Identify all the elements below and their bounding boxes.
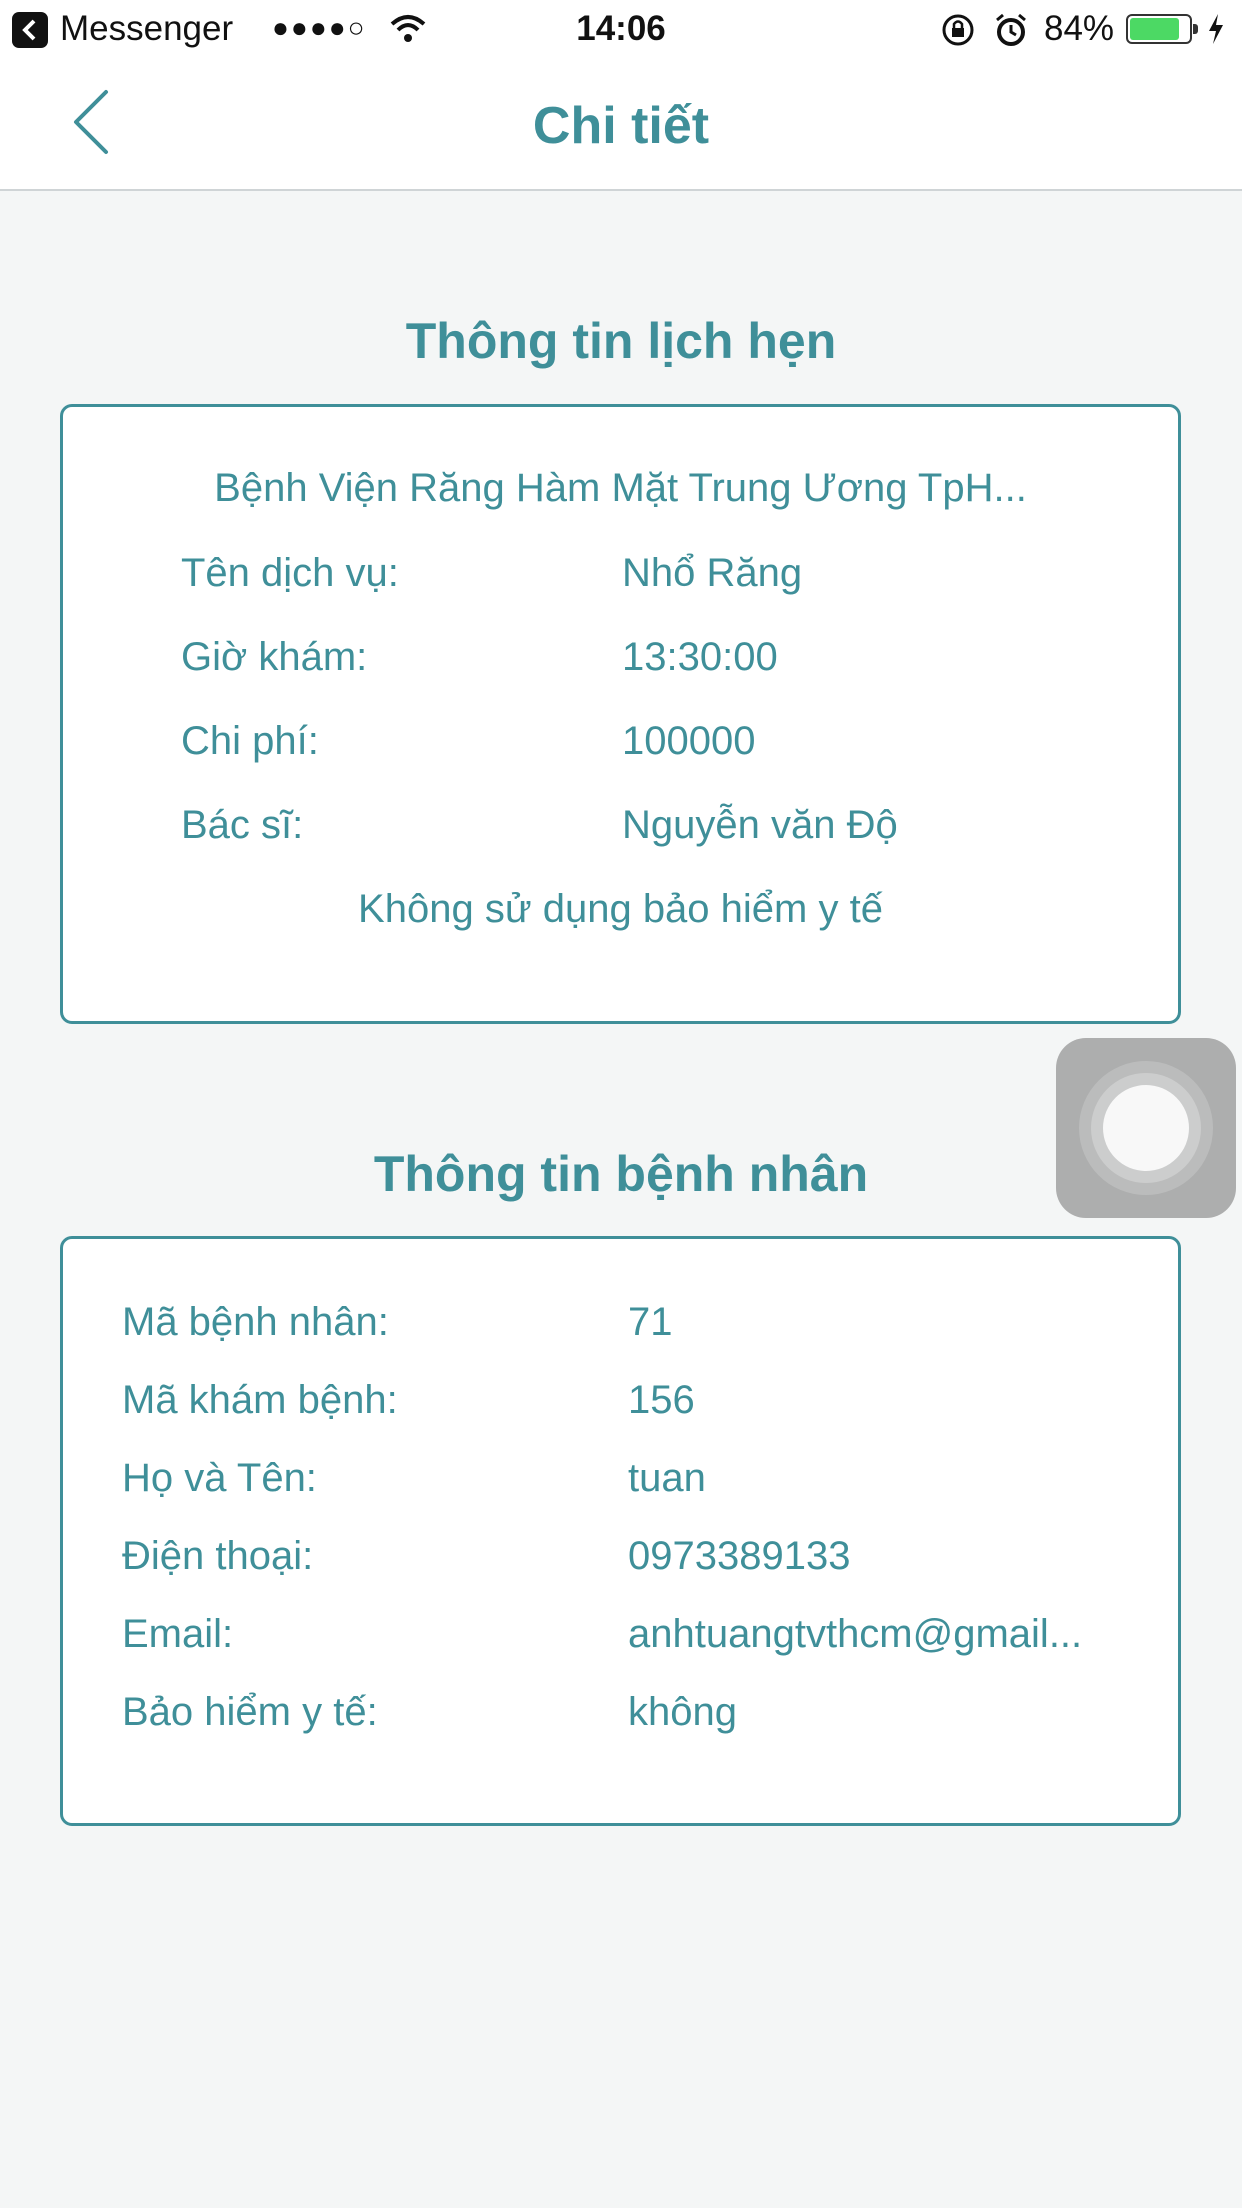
full-name-value: tuan [628,1456,706,1500]
doctor-label: Bác sĩ: [181,803,304,847]
insurance-note: Không sử dụng bảo hiểm y tế [358,887,883,931]
hospital-name: Bệnh Viện Răng Hàm Mặt Trung Ương TpH... [214,466,1027,510]
email-label: Email: [122,1612,234,1656]
status-bar: Messenger ●●●●○ 14:06 84% [0,0,1242,60]
appointment-section-title: Thông tin lịch hẹn [405,313,837,369]
cost-label: Chi phí: [181,719,319,763]
phone-value: 0973389133 [628,1534,851,1578]
time-label: Giờ khám: [181,635,368,679]
insurance-value: không [628,1690,737,1734]
cost-value: 100000 [622,719,756,763]
time-value: 13:30:00 [622,635,778,679]
charging-bolt-icon [1206,12,1226,55]
exam-id-label: Mã khám bệnh: [122,1378,398,1422]
rotation-lock-icon [940,12,976,57]
insurance-label: Bảo hiểm y tế: [122,1690,378,1734]
patient-id-value: 71 [628,1300,673,1344]
email-value: anhtuangtvthcm@gmail... [628,1612,1083,1656]
battery-percent: 84% [1044,9,1115,48]
service-label: Tên dịch vụ: [181,551,399,595]
battery-icon [1126,14,1198,44]
page-title: Chi tiết [532,97,710,155]
exam-id-value: 156 [628,1378,695,1422]
phone-label: Điện thoại: [122,1534,314,1578]
assistive-touch-button[interactable] [1056,1038,1236,1218]
patient-id-label: Mã bệnh nhân: [122,1300,389,1344]
appointment-card: Bệnh Viện Răng Hàm Mặt Trung Ương TpH...… [60,404,1181,1024]
full-name-label: Họ và Tên: [122,1456,317,1500]
alarm-icon [994,12,1028,57]
navigation-bar: Chi tiết [0,60,1242,191]
service-value: Nhổ Răng [622,551,803,595]
patient-card: Mã bệnh nhân: 71 Mã khám bệnh: 156 Họ và… [60,1236,1181,1826]
doctor-value: Nguyễn văn Độ [622,803,898,847]
